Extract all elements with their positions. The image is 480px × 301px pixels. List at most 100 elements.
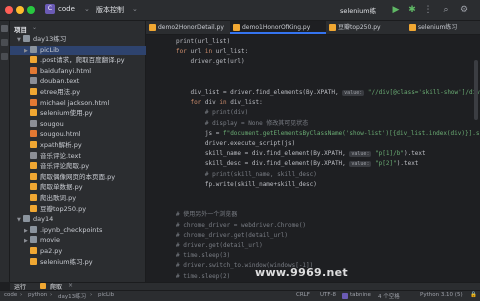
tree-file[interactable]: douban.text [10,77,159,86]
breadcrumb-python[interactable]: python [28,292,47,298]
code-line[interactable]: # chrome_driver = webdriver.Chrome() [176,221,306,230]
code-line[interactable]: # print(div) [176,108,248,117]
gear-icon[interactable]: ⚙ [458,4,470,16]
txt-file-icon [30,151,37,159]
tree-folder[interactable]: ▼ day13练习 [10,35,152,44]
breadcrumb-day13[interactable]: day13练习 [58,292,86,300]
chevron-down-icon[interactable]: ⌄ [32,24,37,31]
tree-item-label: 音乐评论.text [40,151,81,160]
code-line[interactable]: # print(skill_name, skill_desc) [176,170,317,179]
close-window-icon[interactable] [5,6,13,14]
breadcrumb-code[interactable]: code [4,292,17,298]
editor-scrollbar[interactable] [474,60,478,120]
project-tool-icon[interactable] [1,25,8,32]
code-line[interactable]: # chrome_driver.get(detail_url) [176,231,288,240]
close-icon[interactable]: × [68,282,73,289]
tree-file[interactable]: 音乐评论.text [10,151,159,161]
tree-folder[interactable]: ▶ picLib [10,45,159,55]
python-interpreter[interactable]: Python 3.10 (5) [420,292,463,298]
tree-file[interactable]: michael jackson.html [10,98,159,108]
editor-tab[interactable]: demo2HonorDetail.py [146,21,230,34]
maximize-window-icon[interactable] [27,6,35,14]
code-line[interactable]: skill_name = div.find_element(By.XPATH, … [176,149,426,158]
search-icon[interactable]: ⌕ [440,4,452,16]
py-file-icon [30,109,37,117]
code-line[interactable]: # time.sleep(2) [176,272,230,281]
py-file-icon [30,204,37,212]
indent-setting[interactable]: 4 个空格 [378,292,400,300]
tree-file[interactable]: 爬出歌词.py [10,194,159,203]
chevron-down-icon[interactable]: ⌄ [132,5,138,13]
line-separator[interactable]: CRLF [296,292,310,298]
breadcrumb-separator-icon: › [90,292,93,298]
project-badge-icon: C [45,4,55,14]
minimize-window-icon[interactable] [16,6,24,14]
code-line[interactable]: # 使用另外一个浏览器 [176,210,237,219]
code-token: # time.sleep(2) [176,272,231,280]
debug-icon[interactable]: ✱ [406,4,418,16]
tree-file[interactable]: 豆瓣top250.py [10,204,159,214]
tree-file[interactable]: selenium练习.py [10,257,159,267]
tree-file[interactable]: pa2.py [10,247,159,256]
tabnine-status[interactable]: tabnine [350,292,371,298]
code-line[interactable]: for div in div_list: [176,98,262,107]
code-line[interactable]: for url in url_list: [176,47,248,56]
code-line[interactable]: print(url_list) [176,37,230,46]
code-token: # chrome_driver.get(detail_url) [176,231,288,239]
watermark: www.9969.net [255,266,348,279]
title-bar: C code ⌄ 版本控制 ⌄ selenium练 ▶ ✱ ⋮ ⌕ ⚙ [0,0,480,21]
python-file-icon [233,24,240,31]
code-line[interactable]: # time.sleep(3) [176,251,230,260]
tool-window-strip [0,21,10,282]
chevron-down-icon[interactable]: ⌄ [84,5,90,13]
tree-folder[interactable]: ▶ movie [10,236,159,245]
tree-item-label: selenium练习.py [40,257,93,266]
tree-folder[interactable]: ▼ day14 [10,215,152,224]
project-panel-title[interactable]: 项目 [14,24,27,34]
tree-file[interactable]: selenium使用.py [10,109,159,118]
tree-file[interactable]: 音乐评论爬取.py [10,162,159,171]
plugins-tool-icon[interactable] [1,53,8,60]
code-line[interactable]: # driver.get(detail_url) [176,241,263,250]
code-line[interactable]: div_list = driver.find_elements(By.XPATH… [176,88,480,97]
tree-file[interactable]: xpath解析.py [10,141,159,150]
tree-file[interactable]: sougou [10,119,159,129]
py-file-icon [30,247,37,254]
py-file-icon [30,162,37,170]
editor-tab[interactable]: 豆瓣top250.py [326,21,406,34]
tree-file[interactable]: 爬取单数据.py [10,183,159,192]
lock-icon[interactable]: 🔒 [470,292,477,298]
code-token: js = [176,129,223,137]
tree-file[interactable]: baidufanyi.html [10,66,159,76]
code-token: # time.sleep(3) [176,252,231,260]
breadcrumb-separator-icon: › [20,292,23,298]
code-token: for [176,48,187,56]
tree-item-label: xpath解析.py [40,141,82,149]
tree-folder[interactable]: ▶ .ipynb_checkpoints [10,225,159,235]
editor-tab[interactable]: demo1HonorOfKing.py [230,21,326,34]
run-config-selector[interactable]: selenium练 [340,5,376,15]
code-line[interactable]: # display = None 修改其可见状态 [176,119,308,128]
project-name[interactable]: code [58,5,75,13]
code-line[interactable]: skill_desc = div.find_element(By.XPATH, … [176,159,418,168]
code-token: "//div[@class='skill-show']/div" [364,89,480,96]
tree-file[interactable]: sougou.html [10,130,159,139]
more-icon[interactable]: ⋮ [422,4,434,16]
python-file-icon [409,24,416,31]
status-bar: code › python › day13练习 › picLib CRLF UT… [0,290,480,301]
breadcrumb-piclib[interactable]: picLib [98,292,114,298]
run-icon[interactable]: ▶ [390,4,402,16]
tree-file[interactable]: 爬取偶像网页的本页面.py [10,172,159,182]
editor-tab[interactable]: selenium练习 [406,21,480,34]
file-encoding[interactable]: UTF-8 [320,292,336,298]
tree-file[interactable]: etree用法.py [10,88,159,97]
code-line[interactable]: driver.get(url) [176,57,244,66]
structure-tool-icon[interactable] [1,39,8,46]
code-line[interactable]: js = f"document.getElementsByClassName('… [176,129,480,138]
tab-label: demo1HonorOfKing.py [242,24,311,31]
tree-file[interactable]: .post请求，爬取百度翻译.py [10,56,159,65]
vcs-menu[interactable]: 版本控制 [96,5,124,15]
code-line[interactable]: driver.execute_script(js) [176,139,295,148]
code-line[interactable]: fp.write(skill_name+skill_desc) [176,180,317,189]
tree-item-label: 爬取单数据.py [40,183,83,192]
